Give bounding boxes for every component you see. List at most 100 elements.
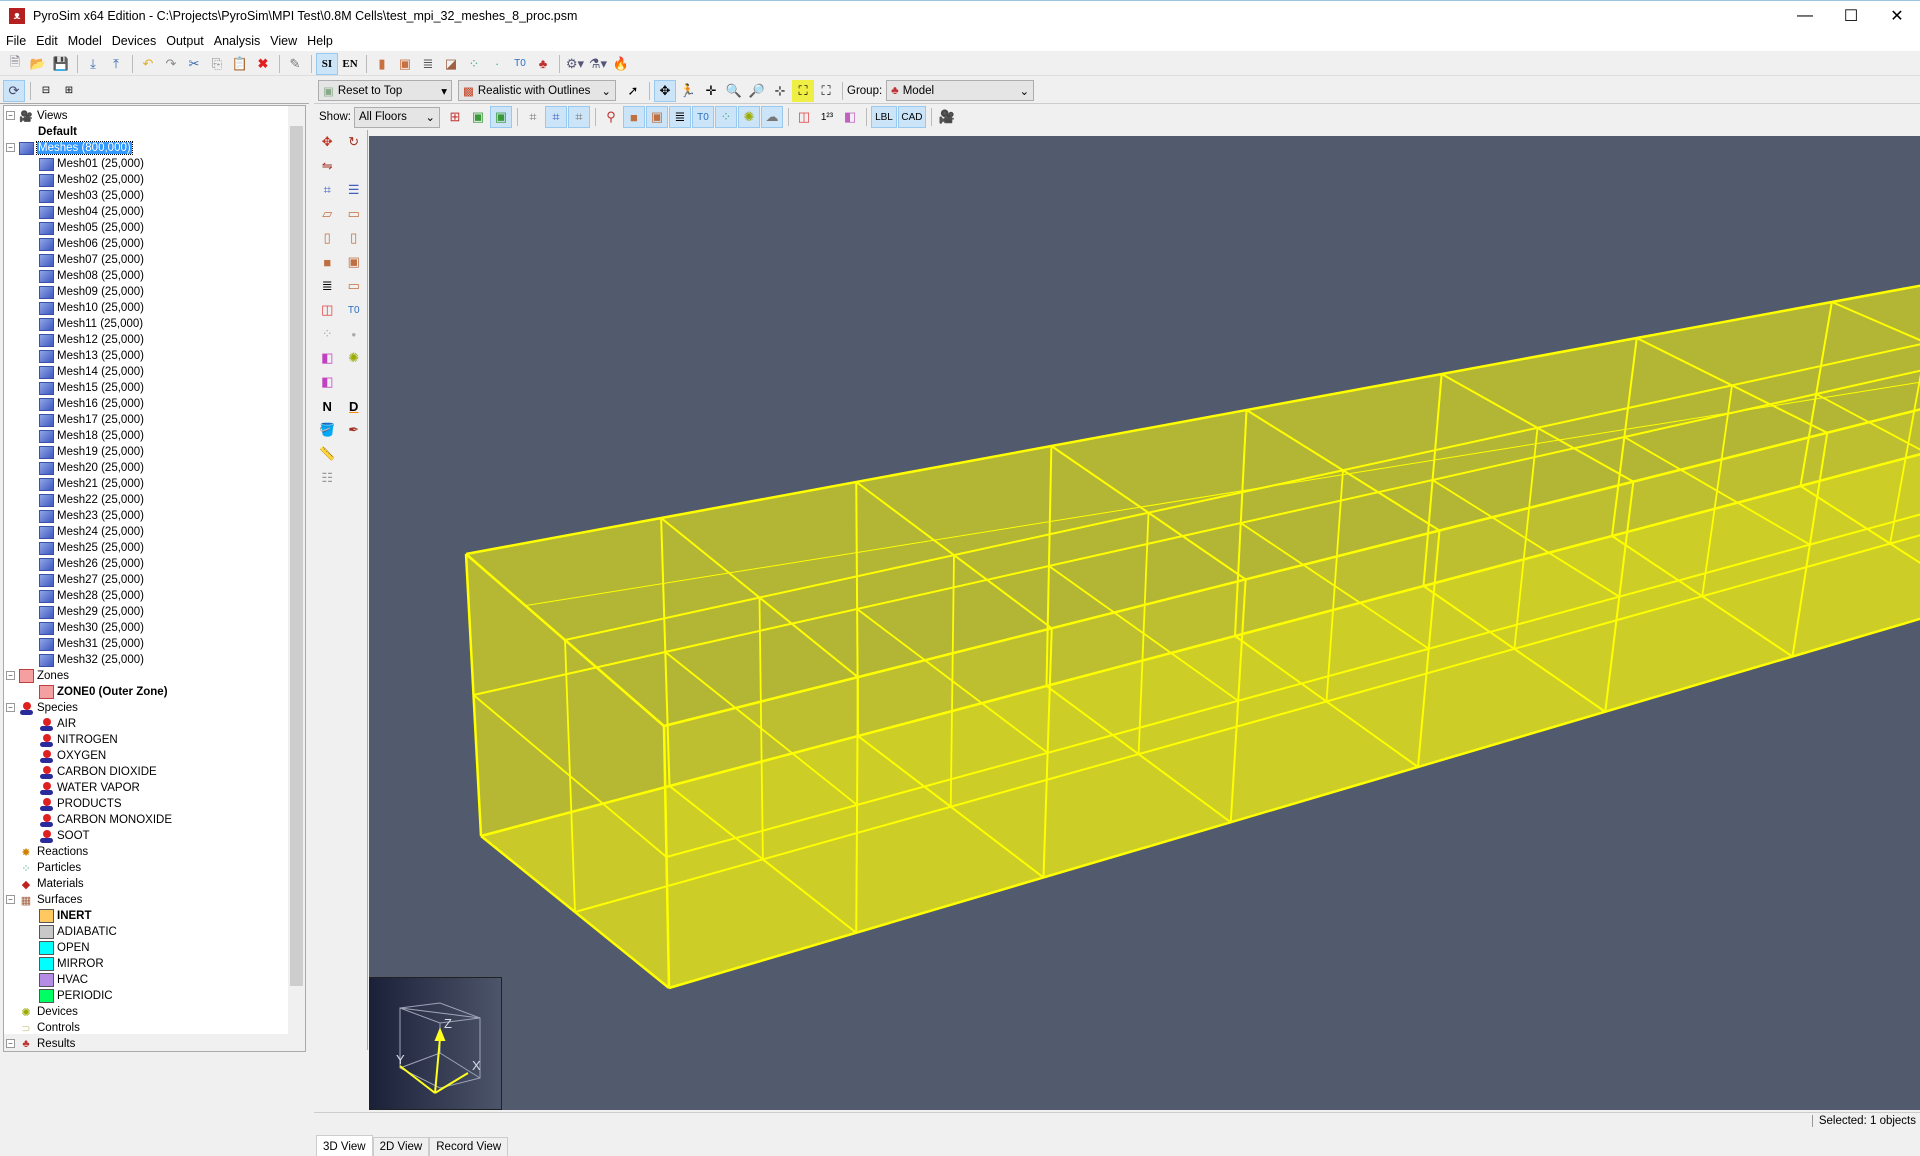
draw-hole-icon[interactable]: ▣ bbox=[343, 251, 365, 273]
tree-item-species-entry[interactable]: OXYGEN bbox=[38, 748, 106, 764]
show-surfaces-icon[interactable]: ◧ bbox=[839, 106, 861, 128]
collapse-toggle[interactable]: − bbox=[6, 895, 15, 904]
tree-item-mesh[interactable]: Mesh04 (25,000) bbox=[38, 204, 144, 220]
tree-item-materials[interactable]: ◆Materials bbox=[18, 876, 84, 892]
tree-item-mesh[interactable]: Mesh17 (25,000) bbox=[38, 412, 144, 428]
tree-item-mesh[interactable]: Mesh27 (25,000) bbox=[38, 572, 144, 588]
tree-item-reactions[interactable]: ✸Reactions bbox=[18, 844, 88, 860]
tree-item-mesh[interactable]: Mesh22 (25,000) bbox=[38, 492, 144, 508]
tree-item-surface[interactable]: ADIABATIC bbox=[38, 924, 117, 940]
tree-item-mesh[interactable]: Mesh31 (25,000) bbox=[38, 636, 144, 652]
tree-item-controls[interactable]: ⊃Controls bbox=[18, 1020, 80, 1036]
draw-north-icon[interactable]: N bbox=[316, 395, 338, 417]
show-occupants-active-icon[interactable]: ▣ bbox=[490, 106, 512, 128]
select-tool-icon[interactable]: ➚ bbox=[622, 80, 644, 102]
tree-item-mesh[interactable]: Mesh14 (25,000) bbox=[38, 364, 144, 380]
tree-item-mesh[interactable]: Mesh07 (25,000) bbox=[38, 252, 144, 268]
new-point-icon[interactable]: ∙ bbox=[486, 53, 508, 75]
fire-icon[interactable]: 🔥 bbox=[610, 53, 632, 75]
menu-help[interactable]: Help bbox=[301, 34, 337, 48]
undo-icon[interactable]: ↶ bbox=[137, 53, 159, 75]
show-t0-icon[interactable]: T0 bbox=[692, 106, 714, 128]
draw-slab-icon[interactable]: ▱ bbox=[316, 203, 338, 225]
tree-item-mesh[interactable]: Mesh25 (25,000) bbox=[38, 540, 144, 556]
floor-config-icon[interactable]: ⊞ bbox=[444, 106, 466, 128]
draw-wall-icon[interactable]: ▯ bbox=[316, 227, 338, 249]
tree-item-zones[interactable]: −Zones bbox=[18, 668, 69, 684]
show-holes-icon[interactable]: ▣ bbox=[646, 106, 668, 128]
collapse-toggle[interactable]: − bbox=[6, 111, 15, 120]
show-controls-icon[interactable]: ☁ bbox=[761, 106, 783, 128]
tree-item-particles[interactable]: ⁘Particles bbox=[18, 860, 81, 876]
menu-devices[interactable]: Devices bbox=[106, 34, 160, 48]
delete-icon[interactable]: ✖ bbox=[252, 53, 274, 75]
save-icon[interactable]: 💾 bbox=[50, 53, 72, 75]
edit-properties-icon[interactable]: ✎ bbox=[284, 53, 306, 75]
redo-icon[interactable]: ↷ bbox=[160, 53, 182, 75]
orbit-tool-icon[interactable]: ✥ bbox=[654, 80, 676, 102]
tree-item-views[interactable]: −🎥Views bbox=[18, 108, 67, 124]
mesh-scene[interactable] bbox=[369, 136, 1920, 1110]
new-obstruction-icon[interactable]: ▮ bbox=[371, 53, 393, 75]
list-tool-icon[interactable]: ☷ bbox=[316, 467, 338, 489]
show-occupants-icon[interactable]: ▣ bbox=[467, 106, 489, 128]
mirror-tool-icon[interactable]: ⇋ bbox=[316, 155, 338, 177]
show-obstructions-icon[interactable]: ■ bbox=[623, 106, 645, 128]
tree-item-mesh[interactable]: Mesh11 (25,000) bbox=[38, 316, 143, 332]
draw-t0-icon[interactable]: T0 bbox=[343, 299, 365, 321]
menu-output[interactable]: Output bbox=[160, 34, 208, 48]
paste-icon[interactable]: 📋 bbox=[229, 53, 251, 75]
copy-icon[interactable]: ⎘ bbox=[206, 53, 228, 75]
tree-item-species-entry[interactable]: AIR bbox=[38, 716, 76, 732]
new-file-icon[interactable]: 🗎 bbox=[4, 53, 26, 75]
zoom-selection-icon[interactable]: ⛶ bbox=[792, 80, 814, 102]
new-hole-icon[interactable]: ▣ bbox=[394, 53, 416, 75]
cut-icon[interactable]: ✂ bbox=[183, 53, 205, 75]
tree-item-mesh[interactable]: Mesh23 (25,000) bbox=[38, 508, 144, 524]
rotate-tool-icon[interactable]: ↻ bbox=[343, 131, 365, 153]
tree-item-mesh[interactable]: Mesh01 (25,000) bbox=[38, 156, 144, 172]
draw-mesh-icon[interactable]: ⌗ bbox=[316, 179, 338, 201]
tree-item-mesh[interactable]: Mesh24 (25,000) bbox=[38, 524, 144, 540]
draw-dimension-icon[interactable]: D bbox=[343, 395, 365, 417]
tree-item-mesh[interactable]: Mesh05 (25,000) bbox=[38, 220, 144, 236]
tree-item-species-entry[interactable]: CARBON MONOXIDE bbox=[38, 812, 172, 828]
show-particles-icon[interactable]: ⁘ bbox=[715, 106, 737, 128]
show-statistics-icon[interactable]: 1²³ bbox=[816, 106, 838, 128]
show-grid-icon[interactable]: ⌗ bbox=[522, 106, 544, 128]
tree-item-mesh[interactable]: Mesh02 (25,000) bbox=[38, 172, 144, 188]
new-vent-icon[interactable]: ◪ bbox=[440, 53, 462, 75]
floor-dropdown[interactable]: All Floors⌄ bbox=[354, 107, 440, 128]
menu-view[interactable]: View bbox=[264, 34, 301, 48]
scrollbar-thumb[interactable] bbox=[290, 126, 303, 986]
menu-edit[interactable]: Edit bbox=[30, 34, 62, 48]
new-t0-icon[interactable]: T0 bbox=[509, 53, 531, 75]
draw-point-icon[interactable]: • bbox=[343, 323, 365, 345]
new-particle-icon[interactable]: ⁘ bbox=[463, 53, 485, 75]
tree-item-default-view[interactable]: Default bbox=[38, 124, 77, 140]
tree-item-surface[interactable]: INERT bbox=[38, 908, 92, 924]
tree-item-mesh[interactable]: Mesh16 (25,000) bbox=[38, 396, 144, 412]
model-tree[interactable]: −🎥ViewsDefault−Meshes (800,000)Mesh01 (2… bbox=[3, 105, 306, 1052]
new-results-icon[interactable]: ♣ bbox=[532, 53, 554, 75]
tree-item-species[interactable]: −Species bbox=[18, 700, 78, 716]
tree-item-species-entry[interactable]: NITROGEN bbox=[38, 732, 118, 748]
walk-tool-icon[interactable]: 🏃 bbox=[677, 80, 699, 102]
show-slabs-icon[interactable]: ≣ bbox=[669, 106, 691, 128]
tree-item-surface[interactable]: HVAC bbox=[38, 972, 88, 988]
tree-vertical-scrollbar[interactable] bbox=[288, 106, 305, 1052]
3d-viewport[interactable]: Z Y X bbox=[369, 136, 1920, 1110]
run-simulation-dropdown[interactable]: ⚙▾ bbox=[564, 53, 586, 75]
si-units-button[interactable]: SI bbox=[316, 53, 338, 75]
draw-vent-icon[interactable]: ◧ bbox=[316, 347, 338, 369]
tree-item-mesh[interactable]: Mesh10 (25,000) bbox=[38, 300, 144, 316]
draw-wall-hole-icon[interactable]: ▯ bbox=[343, 227, 365, 249]
tree-item-species-entry[interactable]: PRODUCTS bbox=[38, 796, 122, 812]
tree-item-mesh[interactable]: Mesh13 (25,000) bbox=[38, 348, 144, 364]
group-dropdown[interactable]: ♣Model⌄ bbox=[886, 80, 1034, 101]
open-folder-icon[interactable]: 📂 bbox=[27, 53, 49, 75]
draw-zone-icon[interactable]: ◫ bbox=[316, 299, 338, 321]
tree-item-mesh[interactable]: Mesh20 (25,000) bbox=[38, 460, 144, 476]
tree-item-species-entry[interactable]: SOOT bbox=[38, 828, 90, 844]
run-analysis-dropdown[interactable]: ⚗▾ bbox=[587, 53, 609, 75]
